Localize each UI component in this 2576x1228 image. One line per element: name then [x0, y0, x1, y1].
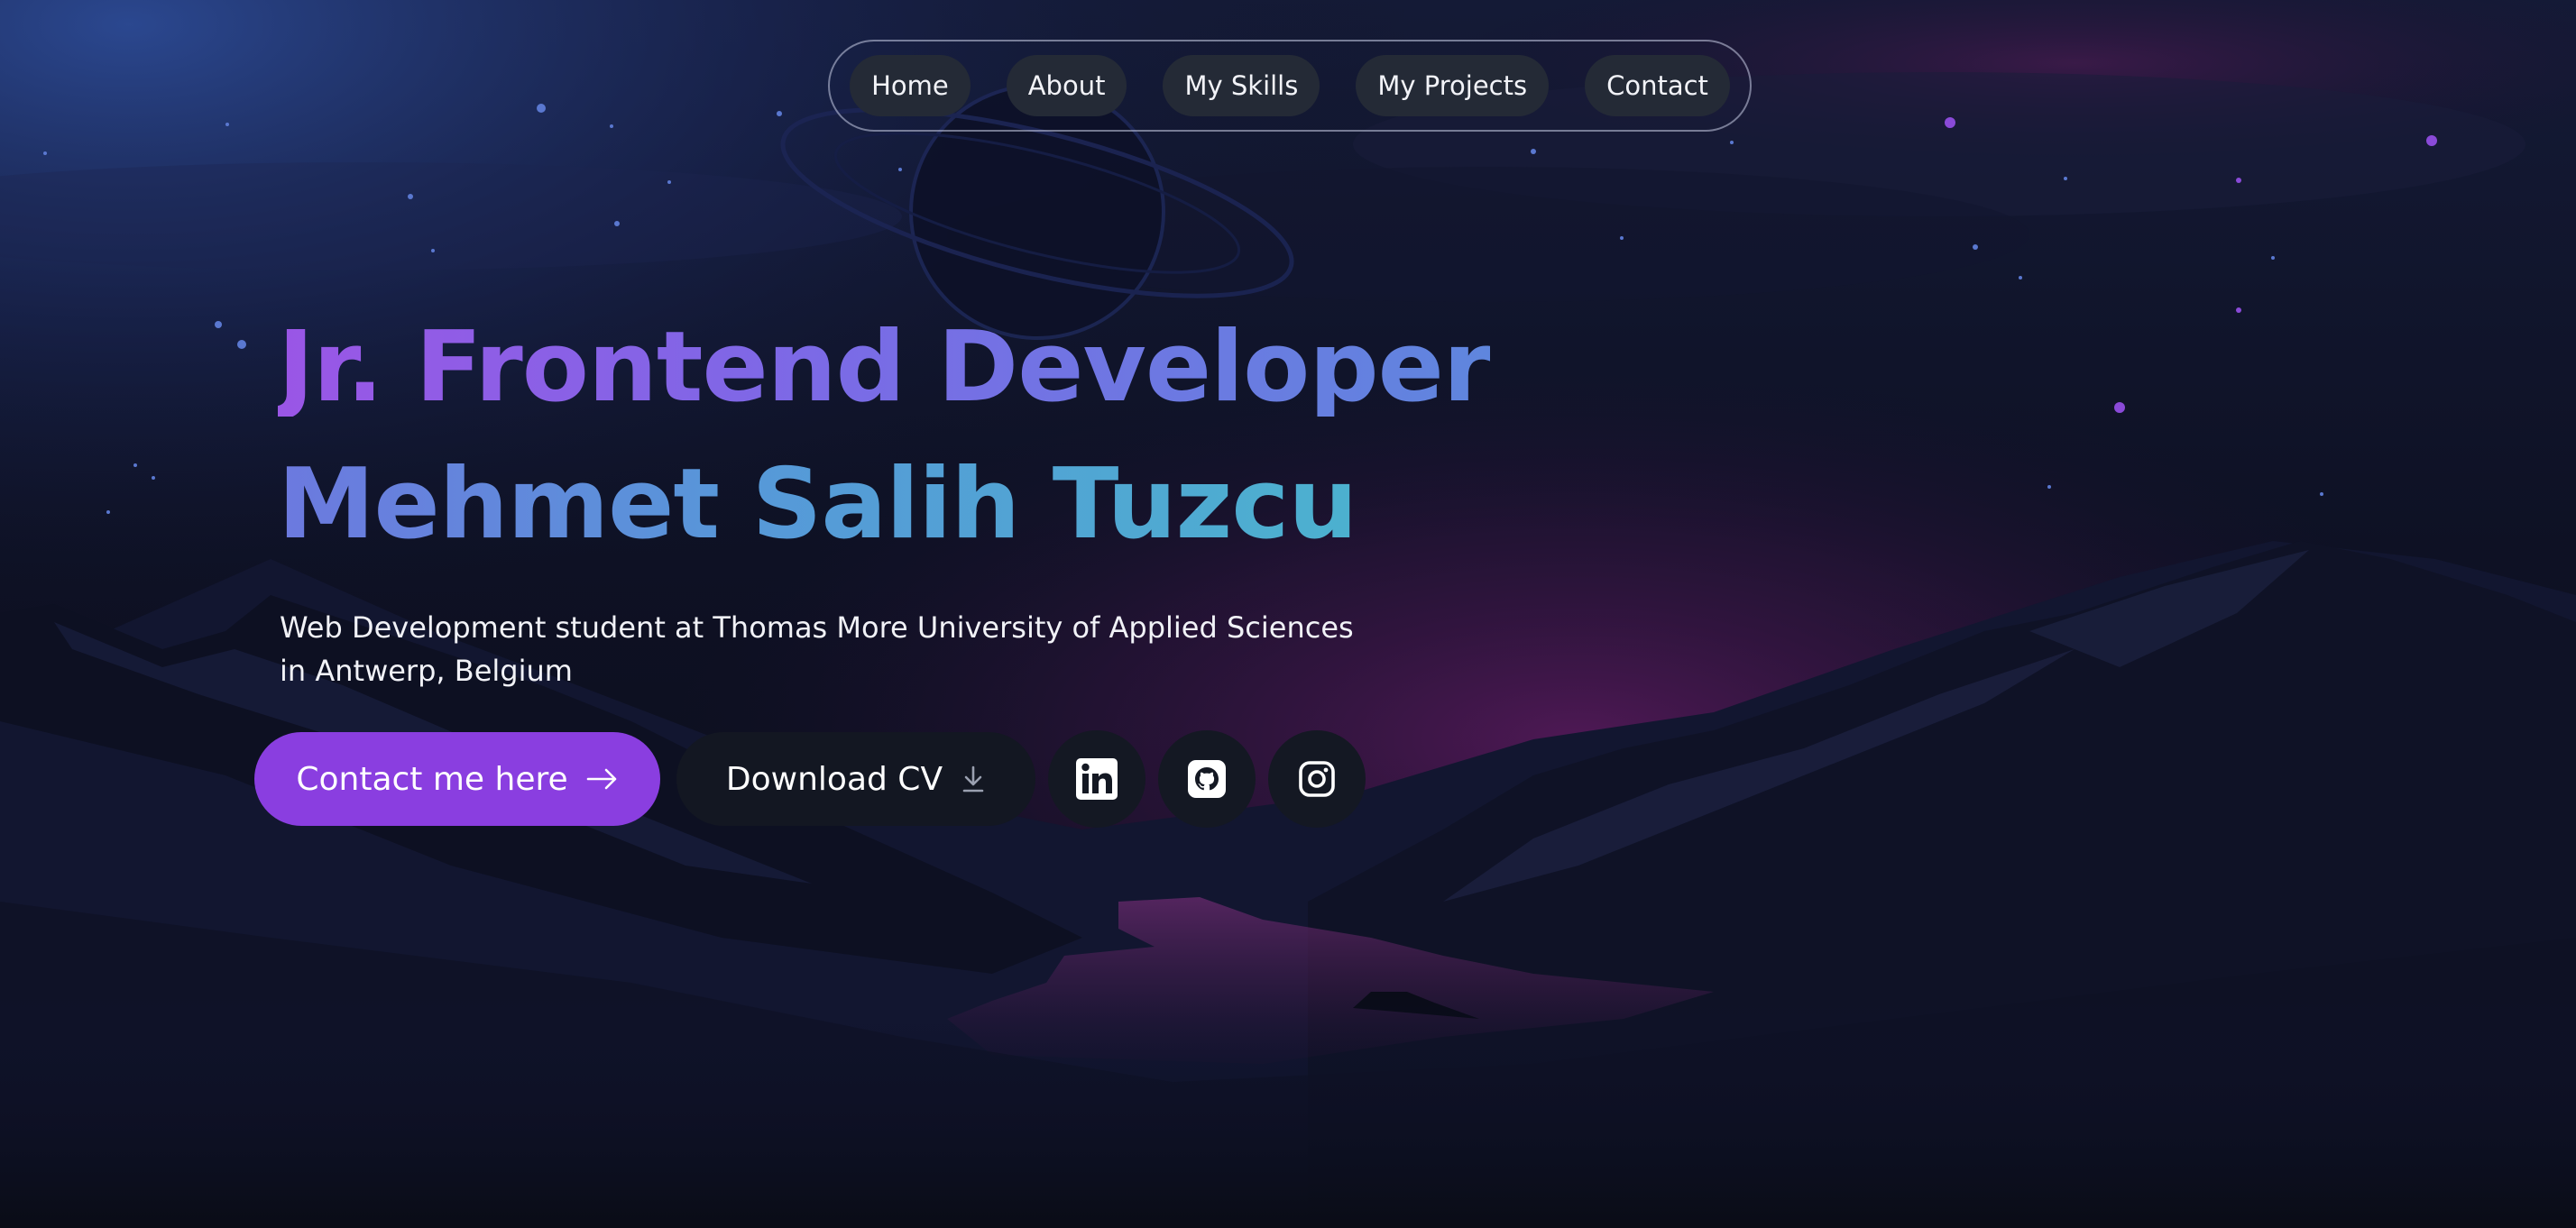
- portfolio-page: Home About My Skills My Projects Contact…: [0, 0, 2576, 1228]
- linkedin-icon: [1076, 758, 1118, 800]
- hero-actions: Contact me here Download CV: [254, 730, 1366, 828]
- hero-subtitle: Web Development student at Thomas More U…: [280, 610, 1354, 688]
- contact-me-label: Contact me here: [296, 760, 568, 798]
- hero-name: Mehmet Salih Tuzcu: [278, 448, 1357, 561]
- nav-item-about[interactable]: About: [1006, 55, 1127, 116]
- contact-me-button[interactable]: Contact me here: [254, 732, 660, 826]
- nav-item-my-skills[interactable]: My Skills: [1163, 55, 1320, 116]
- download-cv-label: Download CV: [725, 760, 943, 798]
- nav-item-contact[interactable]: Contact: [1585, 55, 1730, 116]
- main-navigation: Home About My Skills My Projects Contact: [828, 40, 1752, 132]
- hero-role-title: Jr. Frontend Developer: [278, 311, 1491, 424]
- arrow-right-icon: [586, 766, 619, 792]
- github-icon: [1188, 760, 1226, 798]
- linkedin-link[interactable]: [1048, 730, 1145, 828]
- download-icon: [961, 765, 986, 793]
- nav-item-home[interactable]: Home: [850, 55, 971, 116]
- download-cv-button[interactable]: Download CV: [676, 732, 1035, 826]
- instagram-icon: [1298, 760, 1336, 798]
- github-link[interactable]: [1158, 730, 1256, 828]
- instagram-link[interactable]: [1268, 730, 1366, 828]
- nav-item-my-projects[interactable]: My Projects: [1356, 55, 1550, 116]
